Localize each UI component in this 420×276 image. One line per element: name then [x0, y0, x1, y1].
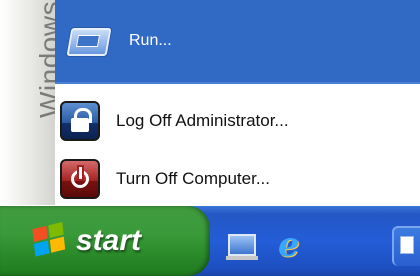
show-desktop-icon[interactable] [226, 234, 258, 260]
internet-explorer-icon[interactable]: e [278, 228, 312, 262]
taskbar: start e [0, 206, 420, 276]
power-icon [60, 159, 100, 199]
menu-item-label: Turn Off Computer... [116, 169, 271, 188]
menu-item-label: Log Off Administrator... [116, 111, 289, 130]
lock-icon [60, 101, 100, 141]
menu-item-turn-off[interactable]: Turn Off Computer... [55, 154, 420, 204]
banner-text: Windows [34, 0, 55, 118]
start-menu-banner: Windows [0, 0, 55, 205]
start-menu: Run... Log Off Administrator... Turn Off… [55, 0, 420, 205]
menu-item-log-off[interactable]: Log Off Administrator... [55, 88, 420, 154]
menu-item-label: Run... [129, 32, 172, 49]
start-button[interactable]: start [0, 206, 210, 276]
run-icon [63, 26, 112, 56]
start-label: start [76, 224, 142, 257]
windows-flag-icon [32, 221, 67, 260]
taskbar-button[interactable] [392, 226, 420, 266]
menu-item-run[interactable]: Run... [55, 0, 420, 84]
document-icon [400, 236, 414, 254]
